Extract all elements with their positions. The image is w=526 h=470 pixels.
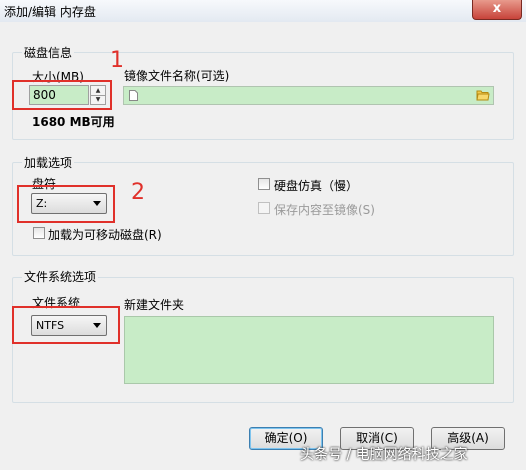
hdd-emulation-label: 硬盘仿真（慢） xyxy=(274,179,359,193)
hdd-emulation-checkbox[interactable] xyxy=(258,178,270,190)
save-to-image-checkbox[interactable] xyxy=(258,202,270,214)
new-folder-label: 新建文件夹 xyxy=(124,298,185,312)
new-folder-area[interactable] xyxy=(124,316,494,384)
annotation-number-1: 1 xyxy=(110,48,124,73)
image-file-input[interactable] xyxy=(123,86,494,105)
close-icon: x xyxy=(492,1,502,16)
window-title: 添加/编辑 内存盘 xyxy=(4,5,96,19)
annotation-box-1 xyxy=(12,80,112,110)
available-space: 1680 MB可用 xyxy=(32,115,115,129)
fs-options-group-title: 文件系统选项 xyxy=(22,268,99,285)
annotation-box-2 xyxy=(17,185,115,223)
watermark-text: 头条号 / 电脑网络科技之家 xyxy=(300,447,468,463)
close-button[interactable]: x xyxy=(472,0,522,20)
annotation-box-3 xyxy=(12,306,120,344)
file-icon xyxy=(129,90,138,101)
folder-icon[interactable] xyxy=(476,89,490,101)
removable-disk-checkbox[interactable] xyxy=(33,227,45,239)
annotation-number-2: 2 xyxy=(131,180,145,205)
title-bar: 添加/编辑 内存盘 x xyxy=(0,0,526,22)
save-to-image-label: 保存内容至镜像(S) xyxy=(274,203,375,217)
load-options-group-title: 加载选项 xyxy=(22,154,75,171)
image-file-label: 镜像文件名称(可选) xyxy=(124,69,230,83)
removable-disk-label: 加载为可移动磁盘(R) xyxy=(48,228,162,242)
disk-info-group-title: 磁盘信息 xyxy=(22,44,75,61)
